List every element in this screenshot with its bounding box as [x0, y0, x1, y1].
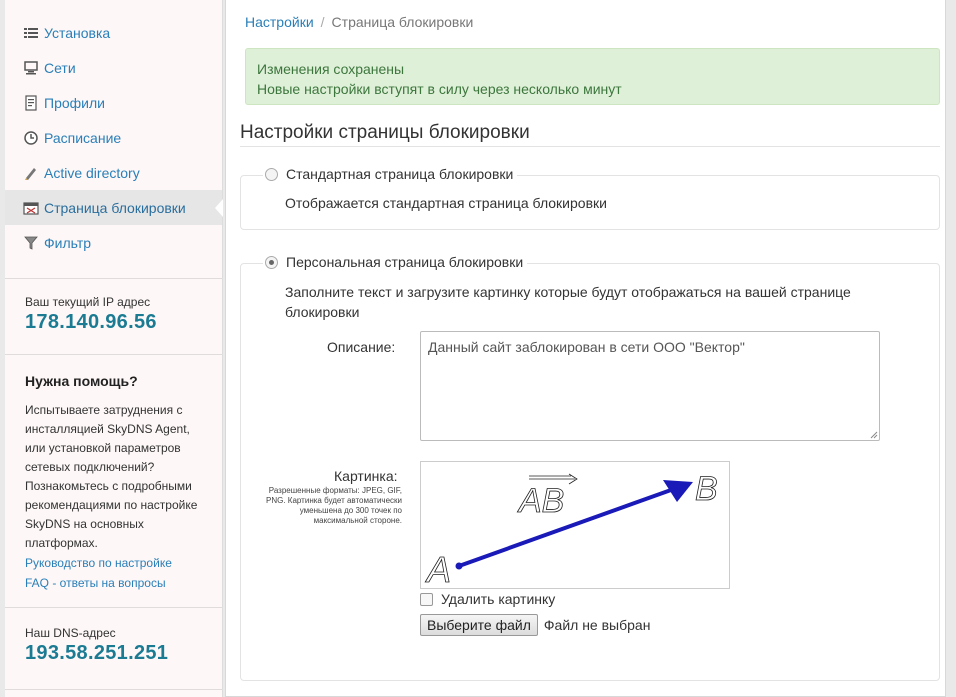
sidebar-nav: Установка Сети Профили Расписание Active…	[5, 0, 223, 260]
picture-preview: AB A B	[420, 461, 730, 591]
setup-guide-link[interactable]: Руководство по настройке	[25, 553, 202, 573]
picture-formats-note: Разрешенные форматы: JPEG, GIF, PNG. Кар…	[266, 486, 402, 525]
standard-page-radio[interactable]	[265, 167, 278, 181]
sidebar-item-block-page[interactable]: Страница блокировки	[5, 190, 223, 225]
filter-icon	[23, 235, 39, 251]
picture-label: Картинка:	[334, 468, 398, 484]
sidebar-item-networks[interactable]: Сети	[5, 50, 222, 85]
sidebar-item-label: Расписание	[44, 129, 122, 146]
blue-arrow-line	[457, 488, 673, 568]
current-ip-block: Ваш текущий IP адрес 178.140.96.56	[5, 279, 222, 354]
description-textarea[interactable]: Данный сайт заблокирован в сети ООО "Век…	[420, 331, 880, 441]
ip-label: Ваш текущий IP адрес	[25, 295, 151, 309]
help-block: Нужна помощь? Испытываете затруднения с …	[5, 355, 222, 607]
breadcrumb-separator: /	[320, 14, 325, 30]
sidebar-item-label: Профили	[44, 94, 105, 111]
delete-picture-row: Удалить картинку	[420, 591, 555, 607]
custom-page-fieldset: Персональная страница блокировки Заполни…	[240, 254, 940, 681]
sidebar-item-label: Сети	[44, 59, 76, 76]
sidebar-item-label: Active directory	[44, 164, 140, 181]
breadcrumb-settings-link[interactable]: Настройки	[245, 14, 314, 30]
file-upload-row: Выберите файл Файл не выбран	[420, 614, 650, 636]
choose-file-button[interactable]: Выберите файл	[420, 614, 538, 636]
success-alert: Изменения сохранены Новые настройки всту…	[245, 48, 940, 105]
sidebar-item-schedule[interactable]: Расписание	[5, 120, 222, 155]
dns-label: Наш DNS-адрес	[25, 626, 116, 640]
file-status: Файл не выбран	[543, 617, 651, 633]
standard-page-fieldset: Стандартная страница блокировки Отобража…	[240, 166, 940, 230]
ip-value: 178.140.96.56	[25, 311, 157, 333]
clock-icon	[23, 130, 39, 146]
active-directory-icon	[23, 165, 39, 181]
resize-grip-icon[interactable]	[870, 431, 878, 439]
description-label: Описание:	[327, 339, 396, 355]
custom-page-label: Персональная страница блокировки	[286, 254, 524, 270]
title-divider	[240, 146, 940, 147]
install-list-icon	[23, 25, 39, 41]
alert-line-info: Новые настройки вступят в силу через нес…	[257, 81, 622, 97]
custom-page-description: Заполните текст и загрузите картинку кот…	[285, 284, 851, 320]
block-page-icon	[23, 200, 39, 216]
sidebar-item-label: Фильтр	[44, 234, 92, 251]
sidebar-item-active-directory[interactable]: Active directory	[5, 155, 222, 190]
delete-picture-checkbox[interactable]	[420, 592, 433, 606]
sidebar-item-label: Страница блокировки	[44, 199, 186, 216]
sidebar: Установка Сети Профили Расписание Active…	[5, 0, 223, 697]
profile-icon	[23, 94, 39, 111]
sidebar-item-filter[interactable]: Фильтр	[5, 225, 222, 260]
custom-page-radio[interactable]	[265, 255, 278, 269]
help-text: Испытываете затруднения с инсталляцией S…	[25, 403, 198, 550]
blue-arrow-start-dot	[455, 562, 463, 570]
delete-picture-label: Удалить картинку	[441, 591, 556, 607]
sidebar-divider	[5, 689, 222, 690]
faq-link[interactable]: FAQ - ответы на вопросы	[25, 573, 202, 593]
b-text: B	[695, 470, 718, 508]
sidebar-item-install[interactable]: Установка	[5, 15, 222, 50]
a-text: A	[425, 549, 451, 588]
ab-text: AB	[517, 482, 564, 520]
sidebar-item-label: Установка	[44, 24, 111, 41]
standard-page-label: Стандартная страница блокировки	[286, 166, 514, 182]
sidebar-item-profiles[interactable]: Профили	[5, 85, 222, 120]
breadcrumb-current: Страница блокировки	[331, 14, 474, 30]
breadcrumb: Настройки / Страница блокировки	[226, 0, 945, 46]
dns-block: Наш DNS-адрес 193.58.251.251	[5, 608, 222, 675]
dns-value: 193.58.251.251	[25, 642, 169, 664]
alert-line-saved: Изменения сохранены	[257, 61, 405, 77]
standard-page-description: Отображается стандартная страница блокир…	[285, 195, 607, 211]
network-icon	[23, 60, 39, 76]
main-panel: Настройки / Страница блокировки Изменения …	[225, 0, 946, 697]
ab-vector-image: AB A B	[425, 470, 718, 591]
custom-page-legend: Персональная страница блокировки	[263, 254, 528, 270]
page-title: Настройки страницы блокировки	[240, 122, 530, 143]
standard-page-legend: Стандартная страница блокировки	[263, 166, 518, 182]
help-title: Нужна помощь?	[25, 373, 138, 389]
